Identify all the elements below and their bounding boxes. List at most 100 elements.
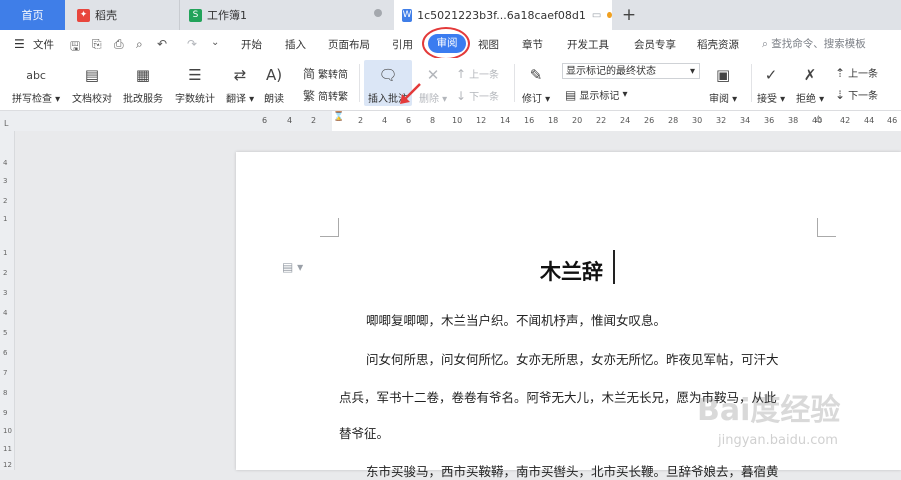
vruler-tick: 6	[3, 349, 8, 357]
menu-member[interactable]: 会员专享	[634, 37, 676, 52]
command-search-placeholder: 查找命令、搜索模板	[771, 38, 866, 50]
word-count-button[interactable]: ☰ 字数统计	[175, 64, 215, 105]
paragraph[interactable]: 东市买骏马，西市买鞍鞯，南市买辔头，北市买长鞭。旦辞爷娘去，暮宿黄	[366, 461, 779, 480]
menu-daoke-resources[interactable]: 稻壳资源	[697, 37, 739, 52]
new-tab-button[interactable]: +	[617, 0, 641, 30]
spell-check-icon: abc	[25, 64, 47, 86]
vertical-ruler[interactable]: 4 3 2 1 1 2 3 4 5 6 7 8 9 10 11 12	[0, 131, 15, 470]
markup-state-select[interactable]: 显示标记的最终状态 ▾	[562, 63, 700, 79]
simp-to-trad-icon: 繁	[303, 89, 316, 103]
toolbar-separator	[751, 64, 752, 102]
tab-home[interactable]: 首页	[0, 0, 65, 30]
paragraph[interactable]: 问女何所思，问女何所忆。女亦无所思，女亦无所忆。昨夜见军帖，可汗大	[366, 349, 779, 368]
left-indent-marker-icon[interactable]: ⌛	[333, 112, 344, 122]
simp-to-trad-button[interactable]: 繁简转繁	[303, 87, 348, 104]
translate-label: 翻译	[226, 94, 246, 105]
prev-comment-icon: ↑	[456, 66, 467, 81]
export-pdf-icon[interactable]: ⎘	[92, 37, 102, 52]
doc-proof-button[interactable]: ▤ 文档校对	[72, 64, 112, 105]
word-count-label: 字数统计	[175, 94, 215, 105]
tab-bar: 首页 ✦ 稻壳 S 工作簿1 W 1c5021223b3f...6a18caef…	[0, 0, 901, 30]
paragraph[interactable]: 替爷征。	[339, 423, 389, 442]
tab-daoke-label: 稻壳	[95, 9, 117, 22]
next-change-label: 下一条	[848, 91, 879, 102]
menu-file[interactable]: 文件	[33, 37, 54, 52]
read-aloud-label: 朗读	[264, 94, 284, 105]
print-icon[interactable]: ⎙	[114, 37, 124, 52]
ruler-tick: 42	[840, 116, 851, 125]
read-aloud-icon: A)	[265, 66, 283, 84]
close-tab-icon[interactable]	[374, 9, 382, 17]
show-markup-icon: ▤	[565, 87, 577, 102]
doc-proof-icon: ▤	[84, 66, 100, 84]
vruler-tick: 10	[3, 427, 12, 435]
ruler-tick: 20	[572, 116, 583, 125]
document-title[interactable]: 木兰辞	[540, 256, 603, 286]
ruler-tick: 18	[548, 116, 559, 125]
menu-insert[interactable]: 插入	[285, 37, 306, 52]
ruler-tick: 4	[382, 116, 388, 125]
menu-developer[interactable]: 开发工具	[567, 37, 609, 52]
delete-comment-icon: ✕	[426, 66, 440, 84]
next-comment-icon: ↓	[456, 88, 467, 103]
track-changes-button[interactable]: ✎ 修订 ▾	[522, 64, 550, 105]
menu-chapter[interactable]: 章节	[522, 37, 543, 52]
read-aloud-button[interactable]: A) 朗读	[263, 64, 285, 105]
ruler-tick: 40	[812, 116, 823, 125]
spell-check-label: 拼写检查	[12, 94, 52, 105]
vruler-tick: 4	[3, 309, 8, 317]
tab-spreadsheet[interactable]: S 工作簿1	[181, 0, 392, 30]
translate-button[interactable]: ⇄ 翻译 ▾	[226, 64, 254, 105]
next-comment-button[interactable]: ↓ 下一条	[456, 88, 499, 104]
vruler-tick: 2	[3, 269, 8, 277]
ruler-tick: 44	[864, 116, 875, 125]
hamburger-icon[interactable]: ☰	[14, 37, 25, 51]
insert-comment-icon: 🗨	[378, 66, 398, 84]
customize-chevron-icon[interactable]: ⌄	[211, 37, 219, 48]
save-icon[interactable]: 🖫	[70, 37, 80, 58]
chevron-down-icon: ▾	[689, 66, 695, 77]
tab-stop-marker[interactable]: L	[4, 119, 8, 128]
spell-check-icon-text: abc	[26, 68, 46, 82]
ruler-tick: 4	[287, 116, 293, 125]
simp-to-trad-label: 简转繁	[318, 92, 349, 103]
show-markup-label: 显示标记	[579, 91, 620, 102]
command-search[interactable]: ⌕ 查找命令、搜索模板	[762, 36, 866, 51]
margin-corner	[320, 218, 339, 237]
ruler-tick: 28	[668, 116, 679, 125]
reject-button[interactable]: ✗ 拒绝 ▾	[796, 64, 824, 105]
menu-references[interactable]: 引用	[392, 37, 413, 52]
menu-start[interactable]: 开始	[241, 37, 262, 52]
prev-change-label: 上一条	[848, 69, 879, 80]
show-markup-button[interactable]: ▤ 显示标记 ▾	[565, 87, 628, 103]
vruler-tick: 8	[3, 389, 8, 397]
paragraph[interactable]: 唧唧复唧唧，木兰当户织。不闻机杼声，惟闻女叹息。	[366, 310, 666, 329]
accept-button[interactable]: ✓ 接受 ▾	[757, 64, 785, 105]
trad-to-simp-button[interactable]: 简繁转简	[303, 65, 348, 82]
vruler-tick: 11	[3, 445, 12, 453]
vruler-tick: 1	[3, 249, 8, 257]
prev-change-button[interactable]: ⇡ 上一条	[835, 65, 879, 81]
batch-service-button[interactable]: ▦ 批改服务	[123, 64, 163, 105]
undo-icon[interactable]: ↶	[157, 37, 167, 51]
review-pane-button[interactable]: ▣ 审阅 ▾	[709, 64, 737, 105]
ruler-tick: 24	[620, 116, 631, 125]
spell-check-button[interactable]: abc 拼写检查 ▾	[12, 64, 60, 106]
document-outline-icon[interactable]: ▤ ▾	[282, 260, 303, 274]
next-change-button[interactable]: ⇣ 下一条	[835, 87, 879, 103]
redo-icon[interactable]: ↷	[187, 37, 197, 51]
vruler-tick: 9	[3, 409, 8, 417]
ruler-tick: 16	[524, 116, 535, 125]
tab-document[interactable]: W 1c5021223b3f...6a18caef08d1 ▭	[394, 0, 612, 30]
print-preview-icon[interactable]: ⌕	[136, 37, 143, 52]
menu-page-layout[interactable]: 页面布局	[328, 37, 370, 52]
toolbar-separator	[514, 64, 515, 102]
prev-comment-button[interactable]: ↑ 上一条	[456, 66, 499, 82]
menu-view[interactable]: 视图	[478, 37, 499, 52]
next-change-icon: ⇣	[835, 87, 846, 102]
tab-daoke[interactable]: ✦ 稻壳	[65, 0, 180, 30]
watermark-url: jingyan.baidu.com	[718, 433, 838, 448]
ruler-tick: 32	[716, 116, 727, 125]
new-tab-label: +	[621, 5, 637, 25]
ruler-tick: 6	[262, 116, 268, 125]
